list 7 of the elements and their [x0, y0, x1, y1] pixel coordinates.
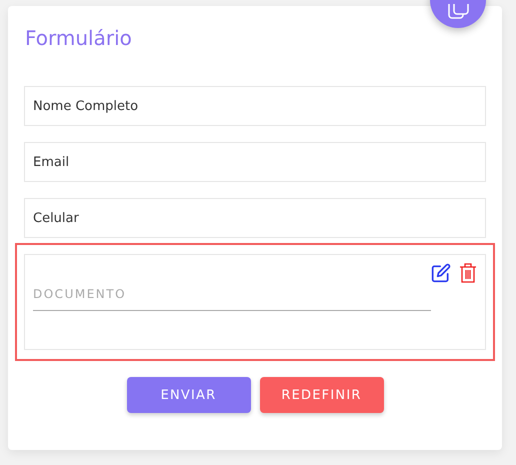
copy-icon — [446, 4, 470, 20]
trash-icon[interactable] — [459, 263, 477, 283]
field-card[interactable]: DOCUMENTO — [24, 254, 486, 350]
reset-button[interactable]: REDEFINIR — [260, 377, 384, 413]
submit-button[interactable]: ENVIAR — [126, 377, 250, 413]
form-title: Formulário — [25, 26, 132, 50]
edit-icon[interactable] — [431, 263, 451, 283]
